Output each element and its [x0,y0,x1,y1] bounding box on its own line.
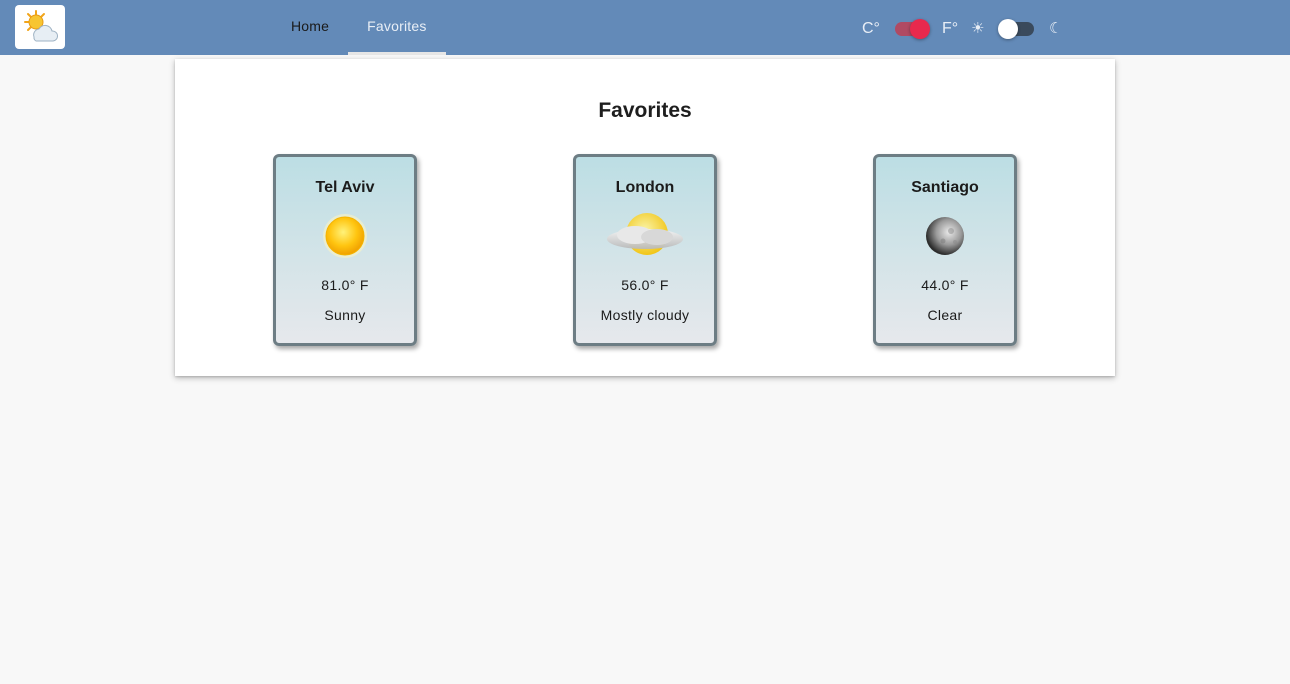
unit-toggle-thumb[interactable] [910,19,930,39]
favorite-description: Sunny [324,307,366,323]
sun-icon [323,214,367,258]
theme-toggle-switch[interactable] [998,19,1034,39]
favorite-city-name: Tel Aviv [315,179,375,196]
theme-toggle-thumb[interactable] [998,19,1018,39]
favorite-temperature: 44.0° F [921,277,969,293]
favorite-description: Mostly cloudy [600,307,690,323]
favorite-description: Clear [927,307,963,323]
favorite-city-name: Santiago [911,179,979,196]
unit-toggle-switch[interactable] [893,19,930,39]
favorite-card-london[interactable]: London 56.0° F Mostly cloudy [573,154,717,346]
celsius-label: C° [862,20,880,37]
header-controls: C° F° ☀ ☾ [0,0,1290,55]
app-bar: Home Favorites C° F° ☀ ☾ [0,0,1290,55]
favorite-temperature: 81.0° F [321,277,369,293]
cloudy-icon [607,213,683,255]
favorite-temperature: 56.0° F [621,277,669,293]
moon-icon [926,217,964,255]
favorite-card-tel-aviv[interactable]: Tel Aviv 81.0° F Sunny [273,154,417,346]
sun-theme-icon: ☀ [971,20,985,37]
favorite-card-santiago[interactable]: Santiago 44.0° F Clear [873,154,1017,346]
fahrenheit-label: F° [942,20,959,37]
page-title: Favorites [598,99,692,122]
moon-theme-icon: ☾ [1049,20,1063,37]
favorite-city-name: London [615,179,675,196]
favorites-panel: Favorites Tel Aviv 81.0° F Sunny London [175,59,1115,376]
